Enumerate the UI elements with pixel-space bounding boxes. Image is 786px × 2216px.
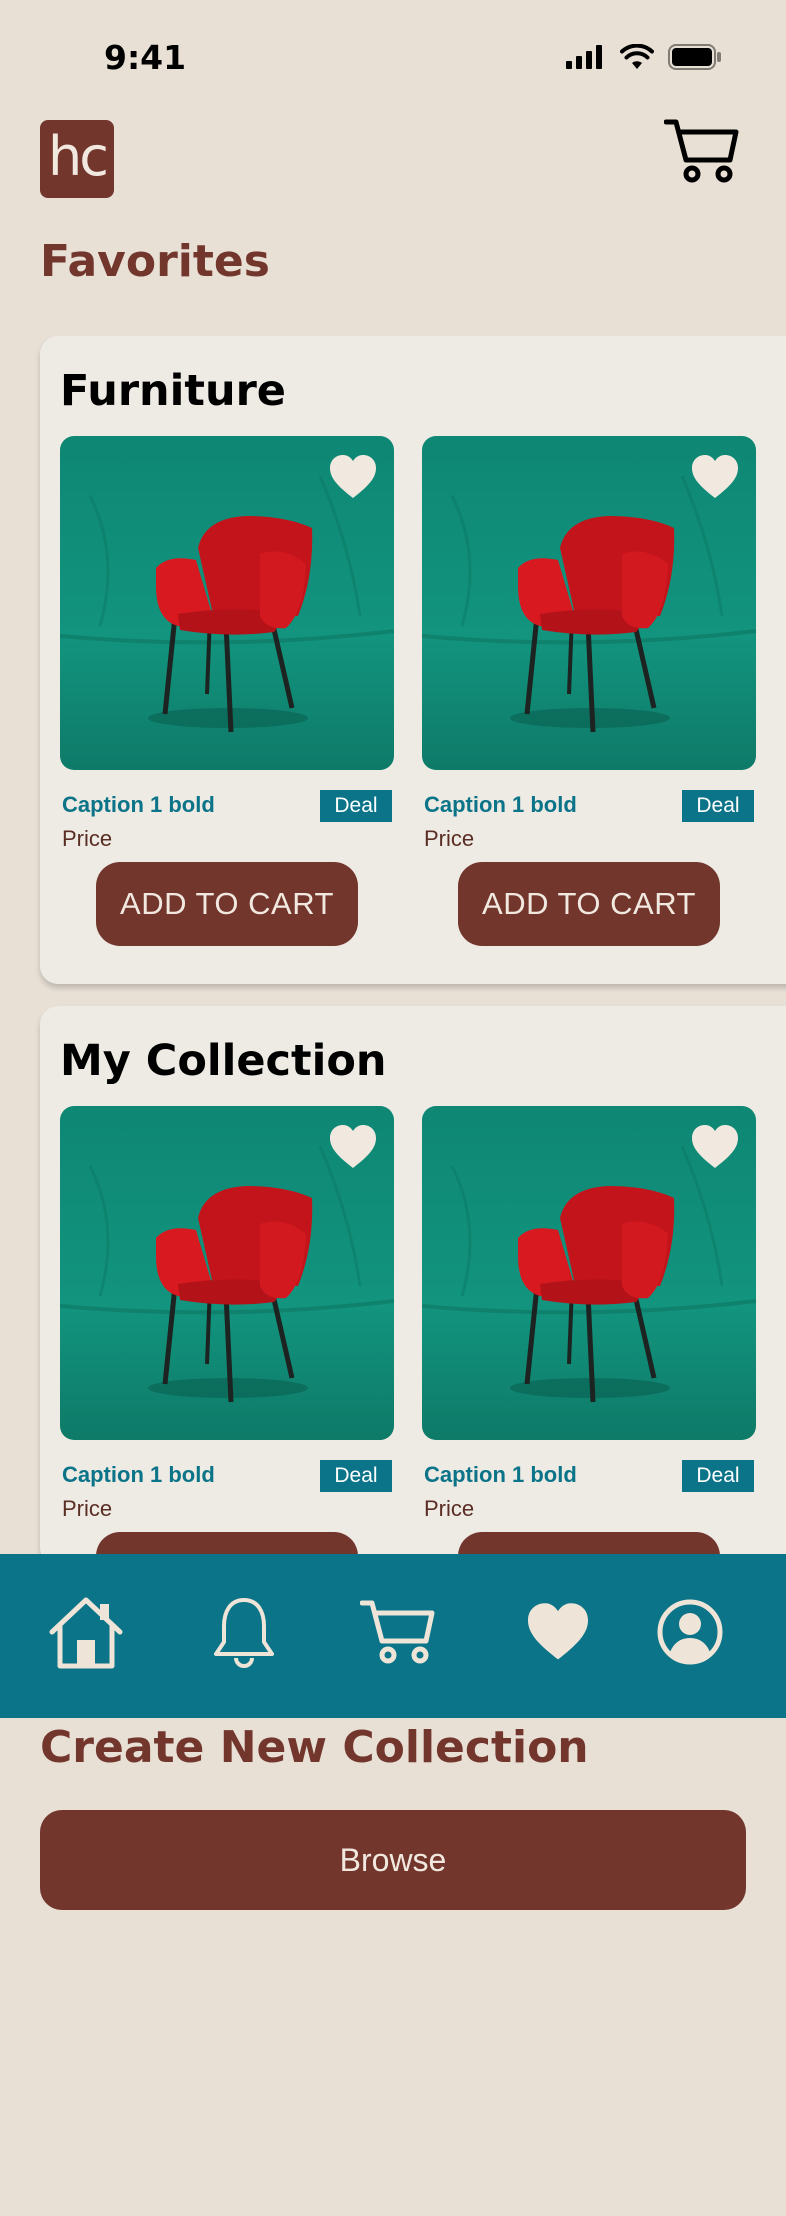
section-my-collection: My Collection Caption 1 bold Deal Price … — [40, 1006, 786, 1616]
signal-icon — [566, 45, 602, 69]
nav-notifications[interactable] — [202, 1590, 286, 1674]
product-caption: Caption 1 bold — [424, 1462, 577, 1487]
add-to-cart-button[interactable]: ADD TO CART — [96, 862, 358, 946]
nav-profile[interactable] — [648, 1590, 732, 1674]
status-icons — [566, 44, 722, 70]
bottom-nav — [0, 1554, 786, 1718]
deal-badge: Deal — [682, 790, 754, 822]
product-image[interactable] — [422, 436, 756, 770]
nav-cart[interactable] — [356, 1590, 440, 1674]
page-title: Favorites — [40, 236, 270, 287]
deal-badge: Deal — [320, 790, 392, 822]
nav-home[interactable] — [44, 1590, 128, 1674]
product-image[interactable] — [422, 1106, 756, 1440]
cart-icon — [663, 119, 739, 183]
deal-badge: Deal — [682, 1460, 754, 1492]
product-image[interactable] — [60, 1106, 394, 1440]
add-to-cart-button[interactable]: ADD TO CART — [458, 862, 720, 946]
bell-icon — [214, 1598, 274, 1668]
heart-icon — [528, 1603, 588, 1660]
product-image[interactable] — [60, 436, 394, 770]
profile-icon — [657, 1599, 723, 1665]
create-collection-title: Create New Collection — [40, 1722, 589, 1773]
product-caption: Caption 1 bold — [62, 1462, 215, 1487]
section-title: Furniture — [60, 366, 286, 416]
product-price: Price — [424, 1496, 475, 1521]
home-icon — [49, 1597, 123, 1669]
header-cart-button[interactable] — [663, 118, 740, 184]
product-price: Price — [62, 1496, 113, 1521]
wifi-icon — [620, 44, 654, 69]
section-title: My Collection — [60, 1036, 387, 1086]
browse-button[interactable]: Browse — [40, 1810, 746, 1910]
nav-favorites[interactable] — [516, 1590, 600, 1674]
favorite-heart-icon[interactable] — [690, 454, 740, 500]
deal-badge: Deal — [320, 1460, 392, 1492]
favorite-heart-icon[interactable] — [328, 1124, 378, 1170]
status-time: 9:41 — [104, 38, 187, 77]
product-price: Price — [62, 826, 113, 851]
cart-icon — [360, 1600, 435, 1664]
app-logo[interactable]: hc — [40, 120, 114, 198]
status-bar: 9:41 — [0, 0, 786, 116]
battery-icon — [668, 44, 721, 70]
product-price: Price — [424, 826, 475, 851]
favorite-heart-icon[interactable] — [328, 454, 378, 500]
product-caption: Caption 1 bold — [424, 792, 577, 817]
favorite-heart-icon[interactable] — [690, 1124, 740, 1170]
product-caption: Caption 1 bold — [62, 792, 215, 817]
section-furniture: Furniture Caption 1 bold Deal Price ADD … — [40, 336, 786, 984]
